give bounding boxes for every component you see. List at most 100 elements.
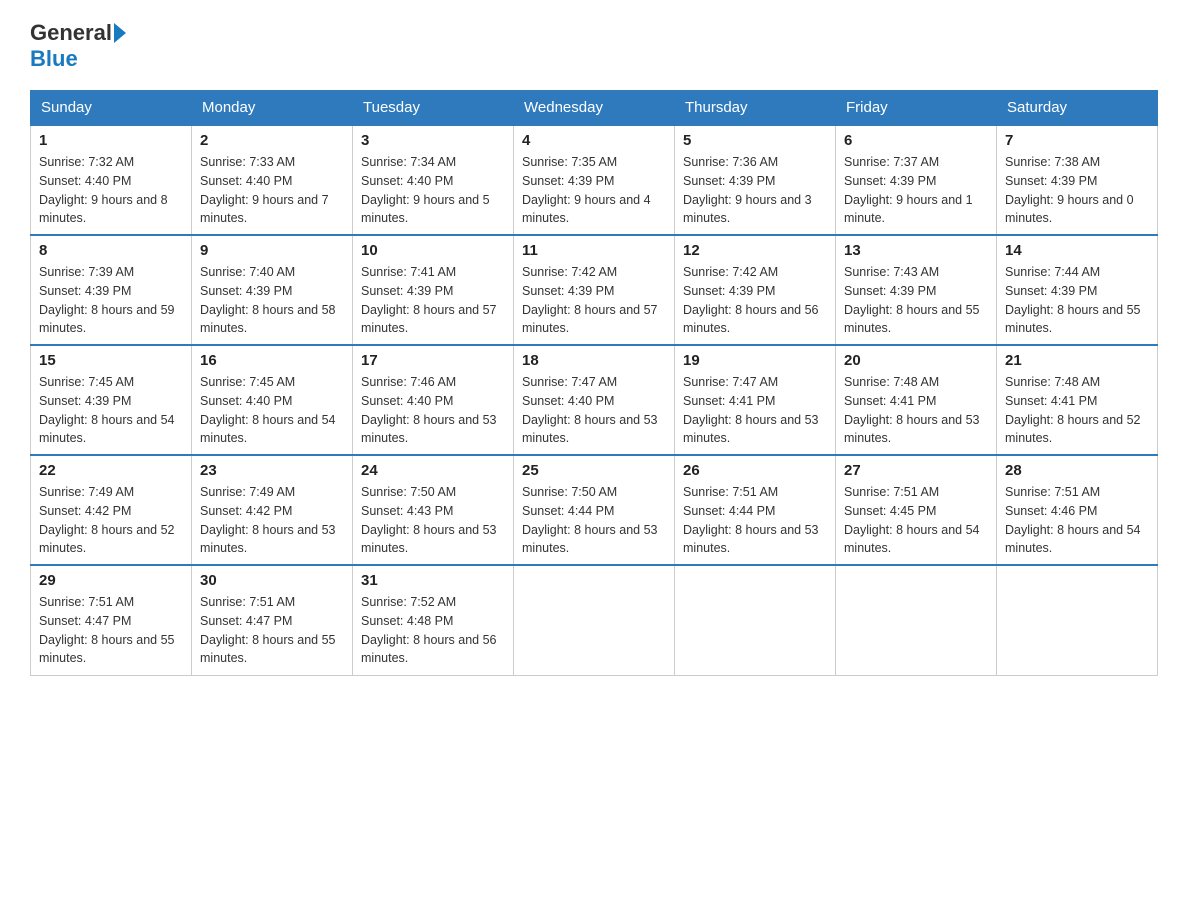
day-info: Sunrise: 7:45 AMSunset: 4:40 PMDaylight:… — [200, 373, 344, 448]
day-info: Sunrise: 7:50 AMSunset: 4:44 PMDaylight:… — [522, 483, 666, 558]
calendar-cell: 10 Sunrise: 7:41 AMSunset: 4:39 PMDaylig… — [353, 235, 514, 345]
day-number: 29 — [39, 572, 183, 589]
day-number: 2 — [200, 132, 344, 149]
page-header: General Blue — [30, 20, 1158, 72]
day-info: Sunrise: 7:51 AMSunset: 4:46 PMDaylight:… — [1005, 483, 1149, 558]
day-header-monday: Monday — [192, 91, 353, 126]
day-number: 31 — [361, 572, 505, 589]
day-number: 4 — [522, 132, 666, 149]
day-info: Sunrise: 7:49 AMSunset: 4:42 PMDaylight:… — [200, 483, 344, 558]
day-header-friday: Friday — [836, 91, 997, 126]
day-number: 22 — [39, 462, 183, 479]
day-info: Sunrise: 7:49 AMSunset: 4:42 PMDaylight:… — [39, 483, 183, 558]
calendar-cell — [514, 565, 675, 675]
day-number: 1 — [39, 132, 183, 149]
calendar-cell: 5 Sunrise: 7:36 AMSunset: 4:39 PMDayligh… — [675, 125, 836, 235]
day-info: Sunrise: 7:36 AMSunset: 4:39 PMDaylight:… — [683, 153, 827, 228]
calendar-cell: 9 Sunrise: 7:40 AMSunset: 4:39 PMDayligh… — [192, 235, 353, 345]
day-number: 11 — [522, 242, 666, 259]
day-info: Sunrise: 7:42 AMSunset: 4:39 PMDaylight:… — [683, 263, 827, 338]
calendar-cell: 18 Sunrise: 7:47 AMSunset: 4:40 PMDaylig… — [514, 345, 675, 455]
day-info: Sunrise: 7:47 AMSunset: 4:41 PMDaylight:… — [683, 373, 827, 448]
day-number: 13 — [844, 242, 988, 259]
day-info: Sunrise: 7:39 AMSunset: 4:39 PMDaylight:… — [39, 263, 183, 338]
day-info: Sunrise: 7:47 AMSunset: 4:40 PMDaylight:… — [522, 373, 666, 448]
day-number: 3 — [361, 132, 505, 149]
day-header-sunday: Sunday — [31, 91, 192, 126]
day-info: Sunrise: 7:32 AMSunset: 4:40 PMDaylight:… — [39, 153, 183, 228]
day-header-wednesday: Wednesday — [514, 91, 675, 126]
day-info: Sunrise: 7:46 AMSunset: 4:40 PMDaylight:… — [361, 373, 505, 448]
week-row-2: 8 Sunrise: 7:39 AMSunset: 4:39 PMDayligh… — [31, 235, 1158, 345]
day-info: Sunrise: 7:38 AMSunset: 4:39 PMDaylight:… — [1005, 153, 1149, 228]
week-row-1: 1 Sunrise: 7:32 AMSunset: 4:40 PMDayligh… — [31, 125, 1158, 235]
week-row-3: 15 Sunrise: 7:45 AMSunset: 4:39 PMDaylig… — [31, 345, 1158, 455]
calendar-cell: 27 Sunrise: 7:51 AMSunset: 4:45 PMDaylig… — [836, 455, 997, 565]
day-number: 23 — [200, 462, 344, 479]
calendar-cell: 31 Sunrise: 7:52 AMSunset: 4:48 PMDaylig… — [353, 565, 514, 675]
day-header-thursday: Thursday — [675, 91, 836, 126]
day-info: Sunrise: 7:42 AMSunset: 4:39 PMDaylight:… — [522, 263, 666, 338]
day-info: Sunrise: 7:51 AMSunset: 4:47 PMDaylight:… — [200, 593, 344, 668]
calendar-cell: 2 Sunrise: 7:33 AMSunset: 4:40 PMDayligh… — [192, 125, 353, 235]
day-number: 20 — [844, 352, 988, 369]
logo-arrow-icon — [114, 23, 126, 43]
logo: General Blue — [30, 20, 128, 72]
calendar-cell: 4 Sunrise: 7:35 AMSunset: 4:39 PMDayligh… — [514, 125, 675, 235]
calendar-cell: 1 Sunrise: 7:32 AMSunset: 4:40 PMDayligh… — [31, 125, 192, 235]
logo-general-text: General — [30, 20, 112, 46]
day-info: Sunrise: 7:33 AMSunset: 4:40 PMDaylight:… — [200, 153, 344, 228]
day-number: 26 — [683, 462, 827, 479]
day-number: 10 — [361, 242, 505, 259]
day-info: Sunrise: 7:35 AMSunset: 4:39 PMDaylight:… — [522, 153, 666, 228]
day-info: Sunrise: 7:40 AMSunset: 4:39 PMDaylight:… — [200, 263, 344, 338]
day-info: Sunrise: 7:50 AMSunset: 4:43 PMDaylight:… — [361, 483, 505, 558]
day-header-saturday: Saturday — [997, 91, 1158, 126]
calendar-cell: 22 Sunrise: 7:49 AMSunset: 4:42 PMDaylig… — [31, 455, 192, 565]
week-row-5: 29 Sunrise: 7:51 AMSunset: 4:47 PMDaylig… — [31, 565, 1158, 675]
day-info: Sunrise: 7:43 AMSunset: 4:39 PMDaylight:… — [844, 263, 988, 338]
calendar-cell: 6 Sunrise: 7:37 AMSunset: 4:39 PMDayligh… — [836, 125, 997, 235]
day-number: 16 — [200, 352, 344, 369]
logo-blue-text: Blue — [30, 46, 78, 72]
day-number: 24 — [361, 462, 505, 479]
calendar-cell: 19 Sunrise: 7:47 AMSunset: 4:41 PMDaylig… — [675, 345, 836, 455]
day-number: 27 — [844, 462, 988, 479]
day-number: 6 — [844, 132, 988, 149]
calendar-cell: 7 Sunrise: 7:38 AMSunset: 4:39 PMDayligh… — [997, 125, 1158, 235]
calendar-cell: 24 Sunrise: 7:50 AMSunset: 4:43 PMDaylig… — [353, 455, 514, 565]
day-info: Sunrise: 7:48 AMSunset: 4:41 PMDaylight:… — [844, 373, 988, 448]
day-info: Sunrise: 7:45 AMSunset: 4:39 PMDaylight:… — [39, 373, 183, 448]
calendar-cell — [836, 565, 997, 675]
calendar-cell: 29 Sunrise: 7:51 AMSunset: 4:47 PMDaylig… — [31, 565, 192, 675]
day-info: Sunrise: 7:41 AMSunset: 4:39 PMDaylight:… — [361, 263, 505, 338]
day-number: 14 — [1005, 242, 1149, 259]
day-number: 30 — [200, 572, 344, 589]
calendar-cell — [675, 565, 836, 675]
calendar-cell: 8 Sunrise: 7:39 AMSunset: 4:39 PMDayligh… — [31, 235, 192, 345]
calendar-cell: 16 Sunrise: 7:45 AMSunset: 4:40 PMDaylig… — [192, 345, 353, 455]
calendar-cell — [997, 565, 1158, 675]
week-row-4: 22 Sunrise: 7:49 AMSunset: 4:42 PMDaylig… — [31, 455, 1158, 565]
calendar-table: SundayMondayTuesdayWednesdayThursdayFrid… — [30, 90, 1158, 676]
calendar-cell: 3 Sunrise: 7:34 AMSunset: 4:40 PMDayligh… — [353, 125, 514, 235]
header-row: SundayMondayTuesdayWednesdayThursdayFrid… — [31, 91, 1158, 126]
calendar-cell: 23 Sunrise: 7:49 AMSunset: 4:42 PMDaylig… — [192, 455, 353, 565]
day-number: 9 — [200, 242, 344, 259]
calendar-cell: 20 Sunrise: 7:48 AMSunset: 4:41 PMDaylig… — [836, 345, 997, 455]
day-info: Sunrise: 7:51 AMSunset: 4:45 PMDaylight:… — [844, 483, 988, 558]
calendar-cell: 17 Sunrise: 7:46 AMSunset: 4:40 PMDaylig… — [353, 345, 514, 455]
calendar-cell: 26 Sunrise: 7:51 AMSunset: 4:44 PMDaylig… — [675, 455, 836, 565]
day-number: 15 — [39, 352, 183, 369]
day-number: 19 — [683, 352, 827, 369]
day-number: 28 — [1005, 462, 1149, 479]
day-info: Sunrise: 7:34 AMSunset: 4:40 PMDaylight:… — [361, 153, 505, 228]
day-number: 18 — [522, 352, 666, 369]
day-number: 12 — [683, 242, 827, 259]
calendar-cell: 14 Sunrise: 7:44 AMSunset: 4:39 PMDaylig… — [997, 235, 1158, 345]
day-info: Sunrise: 7:37 AMSunset: 4:39 PMDaylight:… — [844, 153, 988, 228]
day-number: 8 — [39, 242, 183, 259]
calendar-cell: 13 Sunrise: 7:43 AMSunset: 4:39 PMDaylig… — [836, 235, 997, 345]
day-info: Sunrise: 7:51 AMSunset: 4:47 PMDaylight:… — [39, 593, 183, 668]
calendar-cell: 21 Sunrise: 7:48 AMSunset: 4:41 PMDaylig… — [997, 345, 1158, 455]
